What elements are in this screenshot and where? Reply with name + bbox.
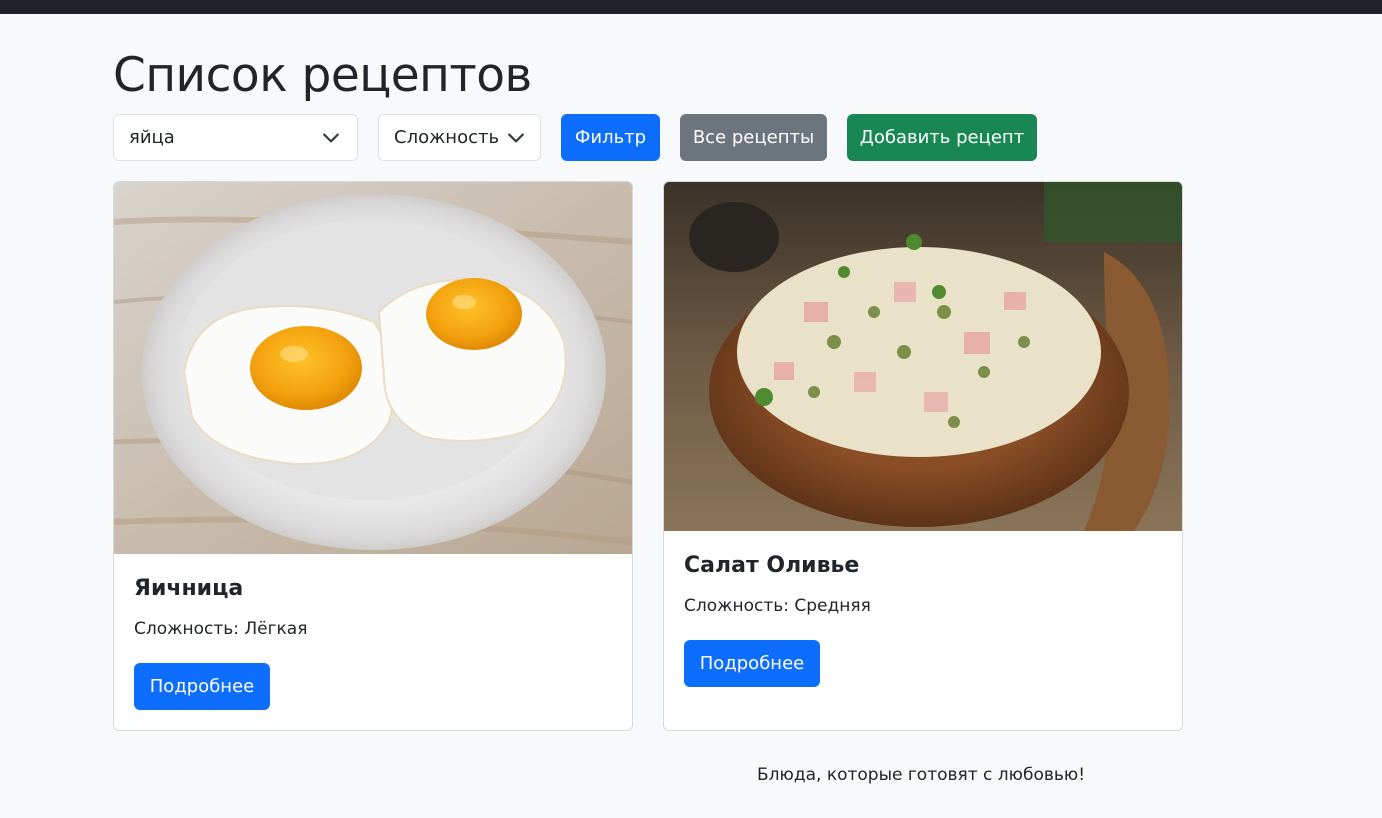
difficulty-select-value: Сложность	[394, 127, 500, 148]
recipe-card: Яичница Сложность: Лёгкая Подробнее	[113, 181, 633, 731]
chevron-down-icon	[508, 133, 524, 143]
ingredient-select-value: яйца	[129, 127, 175, 148]
recipe-card: Салат Оливье Сложность: Средняя Подробне…	[663, 181, 1183, 731]
recipe-title: Яичница	[134, 576, 244, 601]
ingredient-select[interactable]: яйца	[113, 114, 358, 161]
all-recipes-button[interactable]: Все рецепты	[680, 114, 827, 161]
filter-button[interactable]: Фильтр	[561, 114, 660, 161]
recipe-difficulty: Сложность: Лёгкая	[134, 619, 308, 639]
page-title: Список рецептов	[113, 48, 532, 103]
difficulty-select[interactable]: Сложность	[378, 114, 541, 161]
recipe-image-olivier-salad	[664, 182, 1182, 531]
recipe-image-fried-eggs	[114, 182, 632, 554]
details-button[interactable]: Подробнее	[134, 663, 270, 710]
top-navbar	[0, 0, 1382, 14]
recipe-difficulty: Сложность: Средняя	[684, 596, 871, 616]
add-recipe-button[interactable]: Добавить рецепт	[847, 114, 1037, 161]
chevron-down-icon	[323, 133, 339, 143]
footer-tagline: Блюда, которые готовят с любовью!	[757, 765, 1086, 785]
recipe-title: Салат Оливье	[684, 553, 860, 578]
details-button[interactable]: Подробнее	[684, 640, 820, 687]
